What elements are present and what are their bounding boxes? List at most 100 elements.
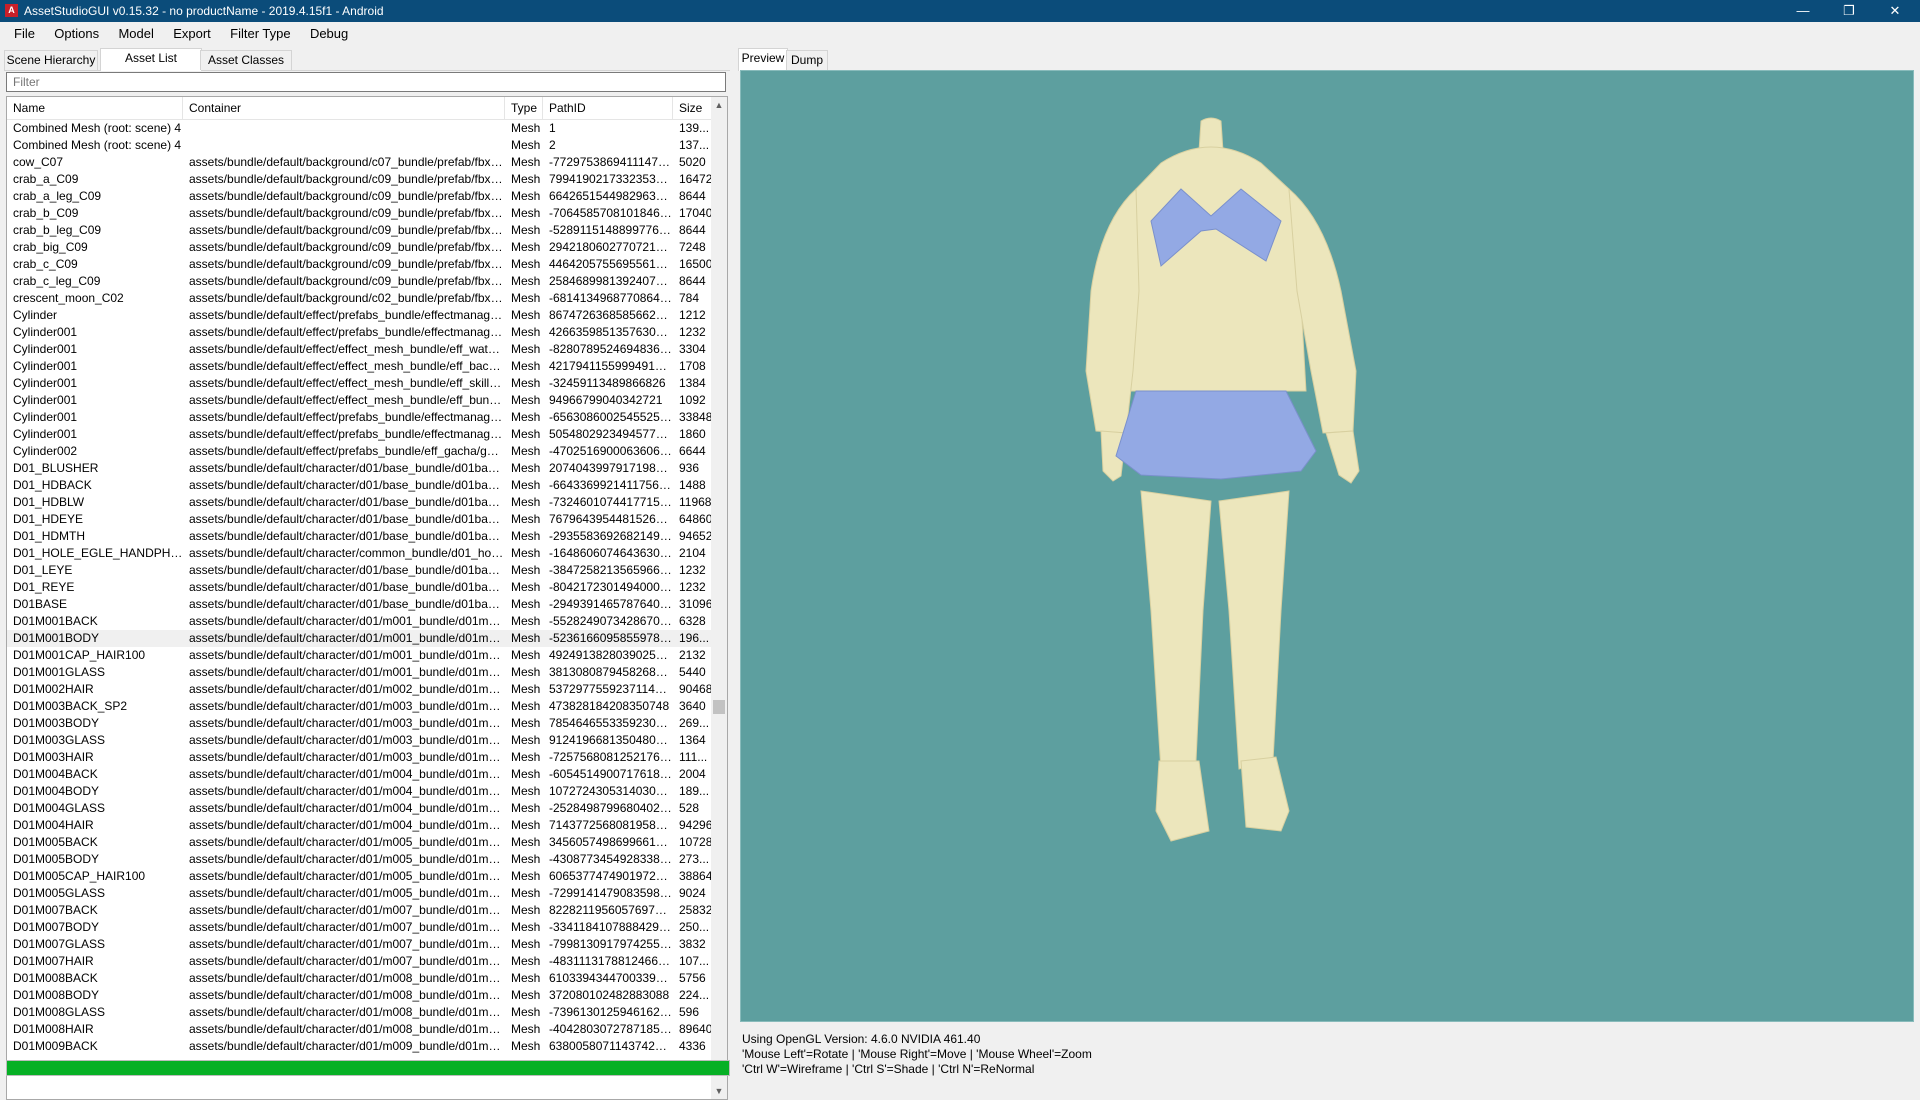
pathid-cell: 4924913828039025309 xyxy=(549,648,673,662)
restore-button[interactable]: ❐ xyxy=(1826,0,1872,22)
menu-model[interactable]: Model xyxy=(110,22,161,46)
mouse-controls-text: 'Mouse Left'=Rotate | 'Mouse Right'=Move… xyxy=(742,1047,1092,1061)
table-row[interactable]: Cylinder001 assets/bundle/default/effect/… xyxy=(7,324,713,341)
table-row[interactable]: D01M004HAIR assets/bundle/default/charact… xyxy=(7,817,713,834)
tab-asset-list[interactable]: Asset List xyxy=(100,48,202,71)
table-row[interactable]: D01M005BODY assets/bundle/default/charact… xyxy=(7,851,713,868)
tab-asset-classes[interactable]: Asset Classes xyxy=(200,50,292,70)
table-row[interactable]: D01_LEYE assets/bundle/default/character/… xyxy=(7,562,713,579)
table-row[interactable]: Cylinder assets/bundle/default/effect/pre… xyxy=(7,307,713,324)
table-row[interactable]: D01M002HAIR assets/bundle/default/charact… xyxy=(7,681,713,698)
table-row[interactable]: D01M007HAIR assets/bundle/default/charact… xyxy=(7,953,713,970)
table-row[interactable]: D01BASE assets/bundle/default/character/d… xyxy=(7,596,713,613)
table-row[interactable]: crab_b_leg_C09 assets/bundle/default/back… xyxy=(7,222,713,239)
table-row[interactable]: Cylinder001 assets/bundle/default/effect/… xyxy=(7,358,713,375)
column-header-name[interactable]: Name xyxy=(7,97,183,119)
size-cell: 8644 xyxy=(679,223,706,237)
name-cell: D01M005CAP_HAIR100 xyxy=(13,869,146,883)
type-cell: Mesh xyxy=(511,155,541,169)
table-row[interactable]: crab_big_C09 assets/bundle/default/backgr… xyxy=(7,239,713,256)
table-row[interactable]: crab_c_C09 assets/bundle/default/backgrou… xyxy=(7,256,713,273)
scroll-down-icon[interactable]: ▼ xyxy=(711,1083,727,1099)
menu-options[interactable]: Options xyxy=(46,22,107,46)
tab-preview[interactable]: Preview xyxy=(738,48,788,71)
table-row[interactable]: D01_REYE assets/bundle/default/character/… xyxy=(7,579,713,596)
table-row[interactable]: D01M005GLASS assets/bundle/default/charac… xyxy=(7,885,713,902)
table-row[interactable]: D01M005CAP_HAIR100 assets/bundle/default/… xyxy=(7,868,713,885)
table-row[interactable]: D01M007BODY assets/bundle/default/charact… xyxy=(7,919,713,936)
table-row[interactable]: D01M003BODY assets/bundle/default/charact… xyxy=(7,715,713,732)
table-row[interactable]: crab_c_leg_C09 assets/bundle/default/back… xyxy=(7,273,713,290)
scroll-up-icon[interactable]: ▲ xyxy=(711,97,727,113)
table-row[interactable]: cow_C07 assets/bundle/default/background/… xyxy=(7,154,713,171)
table-row[interactable]: Combined Mesh (root: scene) 4 Mesh 2 137... xyxy=(7,137,713,154)
table-row[interactable]: D01M008BACK assets/bundle/default/charact… xyxy=(7,970,713,987)
name-cell: D01_HOLE_EGLE_HANDPHO... xyxy=(13,546,183,560)
column-header-type[interactable]: Type xyxy=(505,97,543,119)
filter-input[interactable] xyxy=(6,72,726,92)
column-header-pathid[interactable]: PathID xyxy=(543,97,673,119)
type-cell: Mesh xyxy=(511,733,541,747)
menu-file[interactable]: File xyxy=(6,22,43,46)
table-row[interactable]: D01M008GLASS assets/bundle/default/charac… xyxy=(7,1004,713,1021)
table-row[interactable]: D01M001BODY assets/bundle/default/charact… xyxy=(7,630,713,647)
scrollbar-thumb[interactable] xyxy=(713,700,725,714)
size-cell: 5756 xyxy=(679,971,706,985)
table-row[interactable]: D01M004BODY assets/bundle/default/charact… xyxy=(7,783,713,800)
table-row[interactable]: D01M003BACK_SP2 assets/bundle/default/cha… xyxy=(7,698,713,715)
menu-filter-type[interactable]: Filter Type xyxy=(222,22,298,46)
table-row[interactable]: D01_HDEYE assets/bundle/default/character… xyxy=(7,511,713,528)
table-row[interactable]: Cylinder001 assets/bundle/default/effect/… xyxy=(7,341,713,358)
minimize-button[interactable]: — xyxy=(1780,0,1826,22)
pathid-cell: -5236166095855978358 xyxy=(549,631,673,645)
table-row[interactable]: Cylinder001 assets/bundle/default/effect/… xyxy=(7,375,713,392)
table-row[interactable]: D01_HDMTH assets/bundle/default/character… xyxy=(7,528,713,545)
table-row[interactable]: Cylinder002 assets/bundle/default/effect/… xyxy=(7,443,713,460)
table-row[interactable]: D01_BLUSHER assets/bundle/default/charact… xyxy=(7,460,713,477)
container-cell: assets/bundle/default/character/d01/m003… xyxy=(189,716,505,730)
table-row[interactable]: Cylinder001 assets/bundle/default/effect/… xyxy=(7,409,713,426)
model-viewport[interactable] xyxy=(740,70,1914,1022)
table-row[interactable]: D01M001BACK assets/bundle/default/charact… xyxy=(7,613,713,630)
table-row[interactable]: Cylinder001 assets/bundle/default/effect/… xyxy=(7,392,713,409)
table-row[interactable]: D01M004BACK assets/bundle/default/charact… xyxy=(7,766,713,783)
name-cell: D01_BLUSHER xyxy=(13,461,99,475)
close-button[interactable]: ✕ xyxy=(1872,0,1918,22)
tab-scene-hierarchy[interactable]: Scene Hierarchy xyxy=(4,50,98,70)
table-row[interactable]: D01M001CAP_HAIR100 assets/bundle/default/… xyxy=(7,647,713,664)
column-header-container[interactable]: Container xyxy=(183,97,505,119)
table-row[interactable]: D01M008BODY assets/bundle/default/charact… xyxy=(7,987,713,1004)
table-row[interactable]: crab_a_C09 assets/bundle/default/backgrou… xyxy=(7,171,713,188)
table-row[interactable]: D01M007BACK assets/bundle/default/charact… xyxy=(7,902,713,919)
menu-export[interactable]: Export xyxy=(165,22,219,46)
viewport-help: Using OpenGL Version: 4.6.0 NVIDIA 461.4… xyxy=(742,1032,1092,1077)
column-header-size[interactable]: Size xyxy=(673,97,713,119)
menu-debug[interactable]: Debug xyxy=(302,22,356,46)
table-row[interactable]: D01_HDBLW assets/bundle/default/character… xyxy=(7,494,713,511)
table-row[interactable]: D01M001GLASS assets/bundle/default/charac… xyxy=(7,664,713,681)
tab-dump[interactable]: Dump xyxy=(786,50,828,70)
pathid-cell: -8280789524694836753 xyxy=(549,342,673,356)
right-tab-strip: Preview Dump xyxy=(734,48,1920,71)
table-row[interactable]: D01M004GLASS assets/bundle/default/charac… xyxy=(7,800,713,817)
type-cell: Mesh xyxy=(511,427,541,441)
table-row[interactable]: D01_HDBACK assets/bundle/default/characte… xyxy=(7,477,713,494)
table-row[interactable]: D01M009BACK assets/bundle/default/charact… xyxy=(7,1038,713,1055)
table-row[interactable]: crab_a_leg_C09 assets/bundle/default/back… xyxy=(7,188,713,205)
pathid-cell: 3456057498699661632 xyxy=(549,835,673,849)
table-row[interactable]: crab_b_C09 assets/bundle/default/backgrou… xyxy=(7,205,713,222)
table-row[interactable]: D01M003HAIR assets/bundle/default/charact… xyxy=(7,749,713,766)
pathid-cell: -7324601074417715465 xyxy=(549,495,673,509)
table-row[interactable]: D01M005BACK assets/bundle/default/charact… xyxy=(7,834,713,851)
table-row[interactable]: crescent_moon_C02 assets/bundle/default/b… xyxy=(7,290,713,307)
table-row[interactable]: Combined Mesh (root: scene) 4 Mesh 1 139... xyxy=(7,120,713,137)
table-row[interactable]: D01M007GLASS assets/bundle/default/charac… xyxy=(7,936,713,953)
vertical-scrollbar[interactable]: ▲ ▼ xyxy=(711,97,727,1099)
table-row[interactable]: D01_HOLE_EGLE_HANDPHO... assets/bundle/de… xyxy=(7,545,713,562)
table-row[interactable]: D01M008HAIR assets/bundle/default/charact… xyxy=(7,1021,713,1038)
type-cell: Mesh xyxy=(511,648,541,662)
preview-panel: Preview Dump Using OpenGL Version: 4.6.0… xyxy=(734,48,1920,1080)
table-row[interactable]: Cylinder001 assets/bundle/default/effect/… xyxy=(7,426,713,443)
table-row[interactable]: D01M003GLASS assets/bundle/default/charac… xyxy=(7,732,713,749)
size-cell: 7248 xyxy=(679,240,706,254)
